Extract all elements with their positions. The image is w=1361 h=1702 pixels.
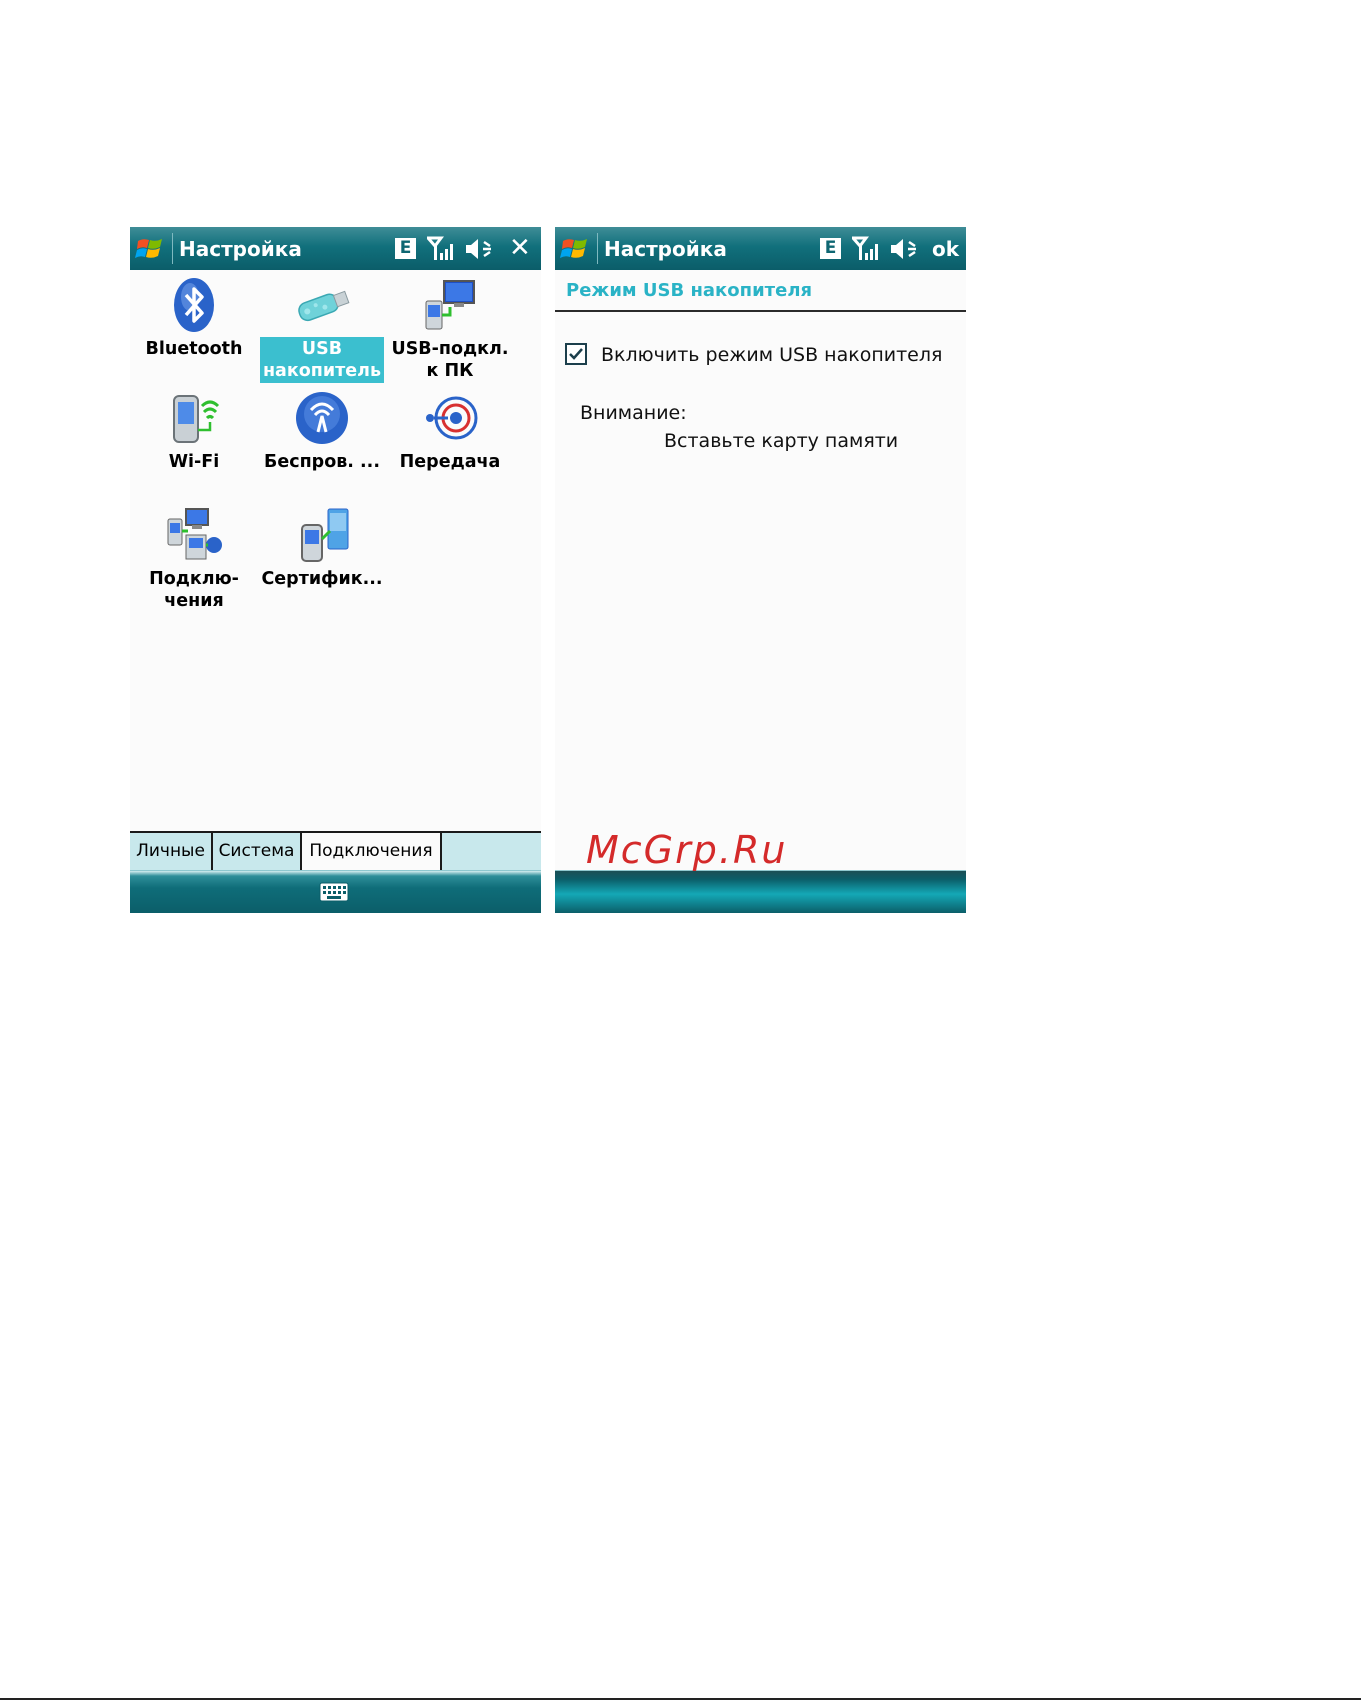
close-button[interactable]: ✕ [509,233,531,263]
warning-title: Внимание: [580,402,687,424]
warning-text: Вставьте карту памяти [664,430,899,452]
bluetooth-icon [174,278,214,332]
connections-icon [167,508,222,560]
signal-strength-icon[interactable] [852,236,880,262]
windows-start-icon[interactable] [559,233,593,265]
settings-connections-screen: Настройка E ✕ Bluetooth USB накопитель U… [130,227,541,913]
tab-system[interactable]: Система [213,833,302,871]
usb-mode-checkbox[interactable] [565,343,587,365]
network-edge-icon[interactable]: E [820,238,841,259]
page-bottom-rule [0,1698,1361,1700]
title-separator [597,233,598,264]
ok-button[interactable]: ok [932,237,959,261]
watermark: McGrp.Ru [586,828,788,872]
usb-pc-connection-icon [425,280,475,330]
tab-personal[interactable]: Личные [130,833,213,871]
app-label: Сертифик... [261,569,383,589]
app-usb-pc[interactable]: USB-подкл. к ПК [386,275,514,383]
app-label: USB-подкл. к ПК [391,339,509,381]
app-label: Bluetooth [145,339,243,359]
wireless-manager-icon [296,392,348,444]
softkey-bar [130,870,541,913]
checkbox-label[interactable]: Включить режим USB накопителя [601,344,942,366]
volume-muted-icon[interactable] [889,237,919,261]
app-usb-storage[interactable]: USB накопитель [258,275,386,383]
section-divider [555,310,966,312]
usb-storage-mode-screen: Настройка E ok Режим USB накопителя Вклю… [555,227,966,913]
tab-connections[interactable]: Подключения [302,831,442,871]
network-edge-icon[interactable]: E [395,238,416,259]
keyboard-icon[interactable] [319,881,349,903]
app-label: Беспров. ... [264,452,380,472]
app-beam[interactable]: Передача [386,388,514,474]
app-wireless-manager[interactable]: Беспров. ... [258,388,386,474]
app-connections[interactable]: Подклю- чения [130,505,258,613]
softkey-bar [555,870,966,913]
wifi-icon [173,395,220,443]
checkmark-icon [569,348,583,360]
title-separator [172,233,173,264]
app-bluetooth[interactable]: Bluetooth [130,275,258,361]
volume-muted-icon[interactable] [464,237,494,261]
app-label: USB накопитель [260,337,384,383]
section-title: Режим USB накопителя [566,280,813,301]
app-wifi[interactable]: Wi-Fi [130,388,258,474]
certificates-icon [301,508,349,562]
windows-start-icon[interactable] [134,233,168,265]
title-bar: Настройка E ✕ [130,227,541,270]
app-label: Wi-Fi [168,452,220,472]
app-label: Подклю- чения [149,569,239,611]
usb-drive-icon [298,290,350,322]
page-title: Настройка [604,237,727,261]
app-label: Передача [399,452,501,472]
app-certificates[interactable]: Сертифик... [258,505,386,591]
title-bar: Настройка E ok [555,227,966,270]
signal-strength-icon[interactable] [427,236,455,262]
beam-icon [426,396,478,440]
page-title: Настройка [179,237,302,261]
category-tabs: Личные Система Подключения [130,831,541,871]
